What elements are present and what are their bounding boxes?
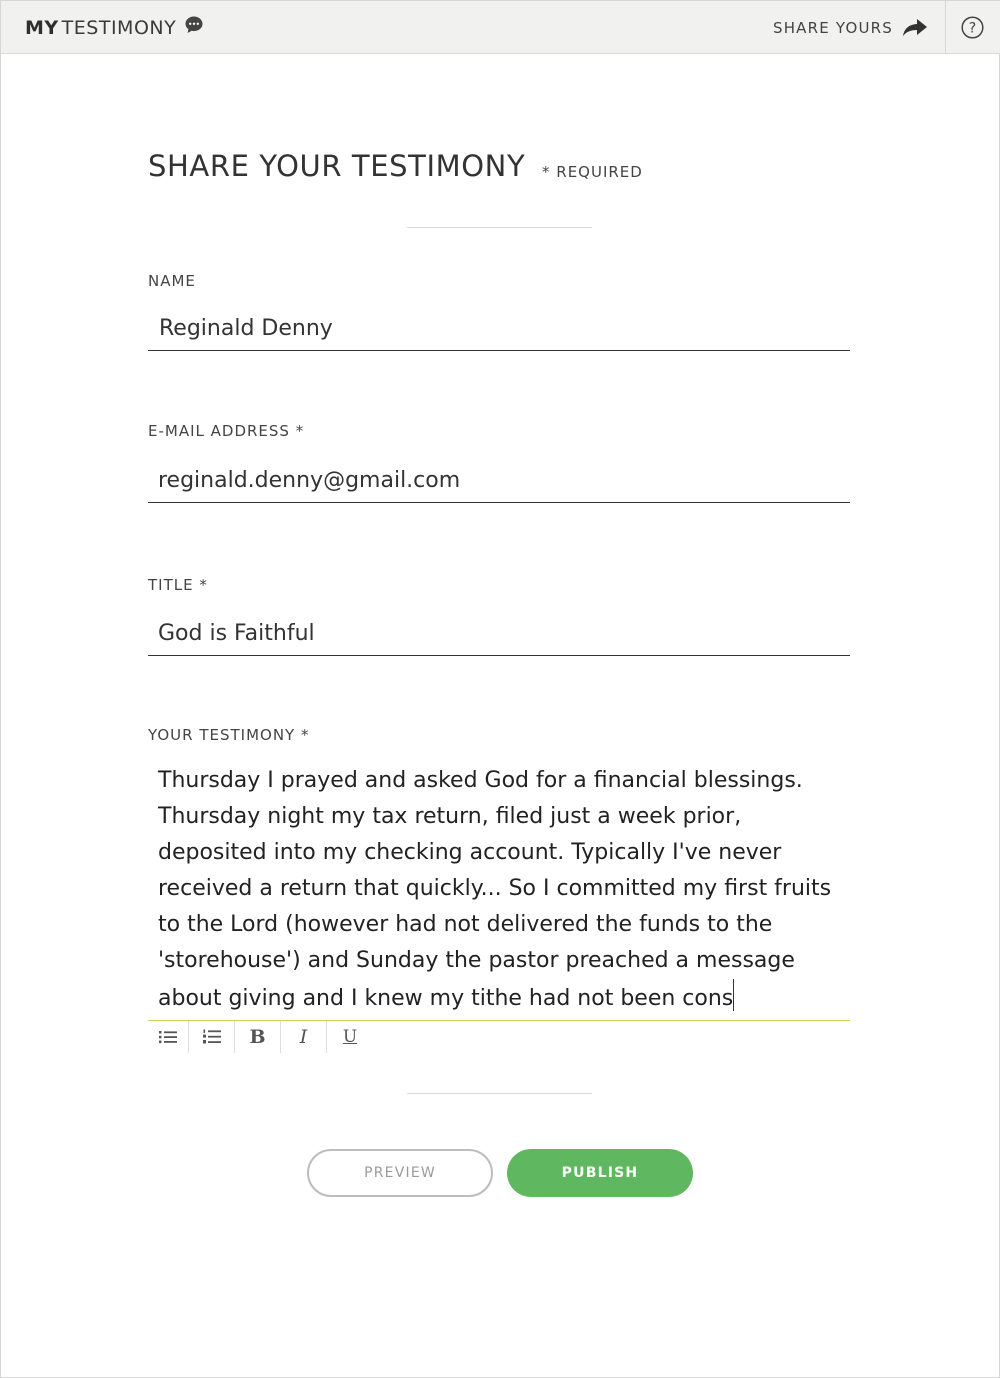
editor-toolbar: B I U bbox=[148, 1021, 373, 1053]
top-bar: MY TESTIMONY SHARE YOURS ? bbox=[1, 1, 1000, 54]
underline-button[interactable]: U bbox=[327, 1021, 373, 1053]
section-divider-top bbox=[407, 227, 592, 228]
logo-my: MY bbox=[25, 17, 59, 39]
share-arrow-icon bbox=[903, 19, 927, 36]
chat-bubble-icon bbox=[185, 16, 203, 33]
logo-testimony: TESTIMONY bbox=[61, 17, 177, 39]
email-label: E-MAIL ADDRESS * bbox=[148, 422, 305, 440]
bullet-list-button[interactable] bbox=[148, 1021, 189, 1053]
required-note: * REQUIRED bbox=[542, 163, 643, 181]
bold-icon: B bbox=[249, 1026, 266, 1048]
preview-button[interactable]: PREVIEW bbox=[307, 1149, 493, 1197]
text-cursor bbox=[733, 979, 735, 1011]
italic-button[interactable]: I bbox=[281, 1021, 327, 1053]
testimony-editor[interactable]: Thursday I prayed and asked God for a fi… bbox=[148, 759, 850, 1021]
help-glyph: ? bbox=[969, 21, 976, 37]
share-yours-link[interactable]: SHARE YOURS bbox=[773, 16, 927, 40]
page-title: SHARE YOUR TESTIMONY bbox=[148, 149, 526, 183]
share-yours-label: SHARE YOURS bbox=[772, 19, 893, 37]
app-frame: MY TESTIMONY SHARE YOURS ? SHARE YOUR TE… bbox=[0, 0, 1000, 1378]
numbered-list-icon bbox=[202, 1029, 221, 1044]
underline-icon: U bbox=[342, 1027, 358, 1047]
title-label: TITLE * bbox=[148, 576, 208, 594]
publish-button[interactable]: PUBLISH bbox=[507, 1149, 693, 1197]
section-divider-bottom bbox=[407, 1093, 592, 1094]
email-input[interactable] bbox=[148, 459, 850, 503]
app-logo[interactable]: MY TESTIMONY bbox=[25, 15, 204, 41]
name-input[interactable] bbox=[148, 307, 850, 351]
numbered-list-button[interactable] bbox=[189, 1021, 235, 1053]
bullet-list-icon bbox=[159, 1031, 177, 1044]
testimony-label: YOUR TESTIMONY * bbox=[148, 726, 310, 744]
name-label: NAME bbox=[148, 272, 196, 290]
topbar-divider bbox=[945, 1, 946, 54]
italic-icon: I bbox=[299, 1026, 308, 1048]
help-icon[interactable]: ? bbox=[961, 16, 984, 39]
testimony-text: Thursday I prayed and asked God for a fi… bbox=[158, 768, 832, 1011]
bold-button[interactable]: B bbox=[235, 1021, 281, 1053]
title-input[interactable] bbox=[148, 612, 850, 656]
